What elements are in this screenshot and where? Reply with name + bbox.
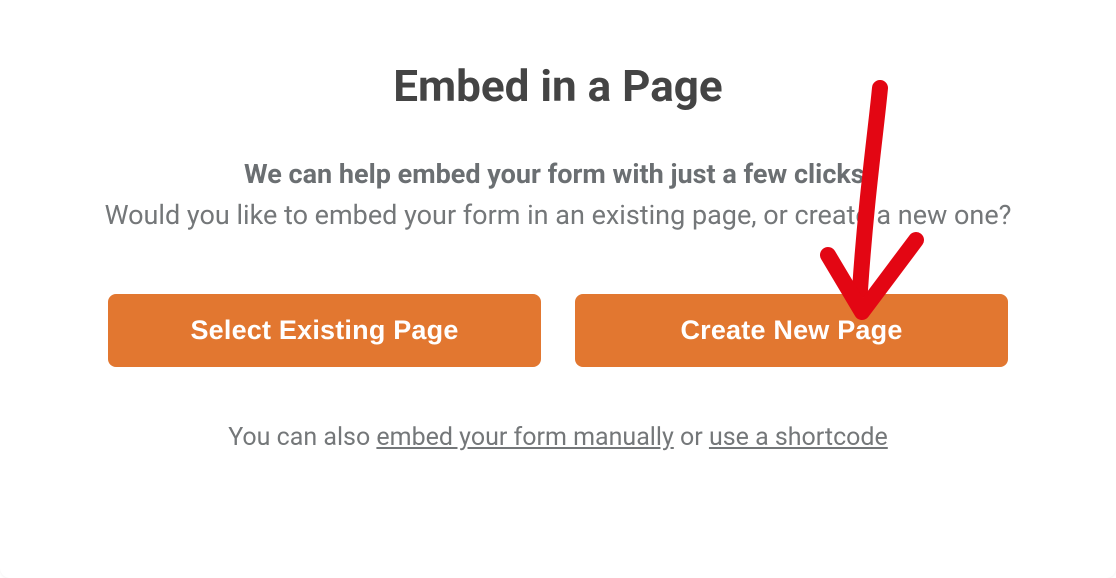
modal-description: We can help embed your form with just a … xyxy=(100,154,1016,236)
footer-prefix: You can also xyxy=(228,423,376,452)
subtitle-bold: We can help embed your form with just a … xyxy=(100,154,1016,195)
embed-manually-link[interactable]: embed your form manually xyxy=(376,423,673,452)
button-row: Select Existing Page Create New Page xyxy=(100,294,1016,367)
subtitle-regular: Would you like to embed your form in an … xyxy=(100,195,1016,237)
footer-text: You can also embed your form manually or… xyxy=(100,423,1016,452)
use-shortcode-link[interactable]: use a shortcode xyxy=(709,423,888,452)
footer-middle: or xyxy=(674,423,709,452)
select-existing-page-button[interactable]: Select Existing Page xyxy=(108,294,541,367)
create-new-page-button[interactable]: Create New Page xyxy=(575,294,1008,367)
embed-modal: Embed in a Page We can help embed your f… xyxy=(0,0,1116,578)
modal-title: Embed in a Page xyxy=(100,60,1016,112)
